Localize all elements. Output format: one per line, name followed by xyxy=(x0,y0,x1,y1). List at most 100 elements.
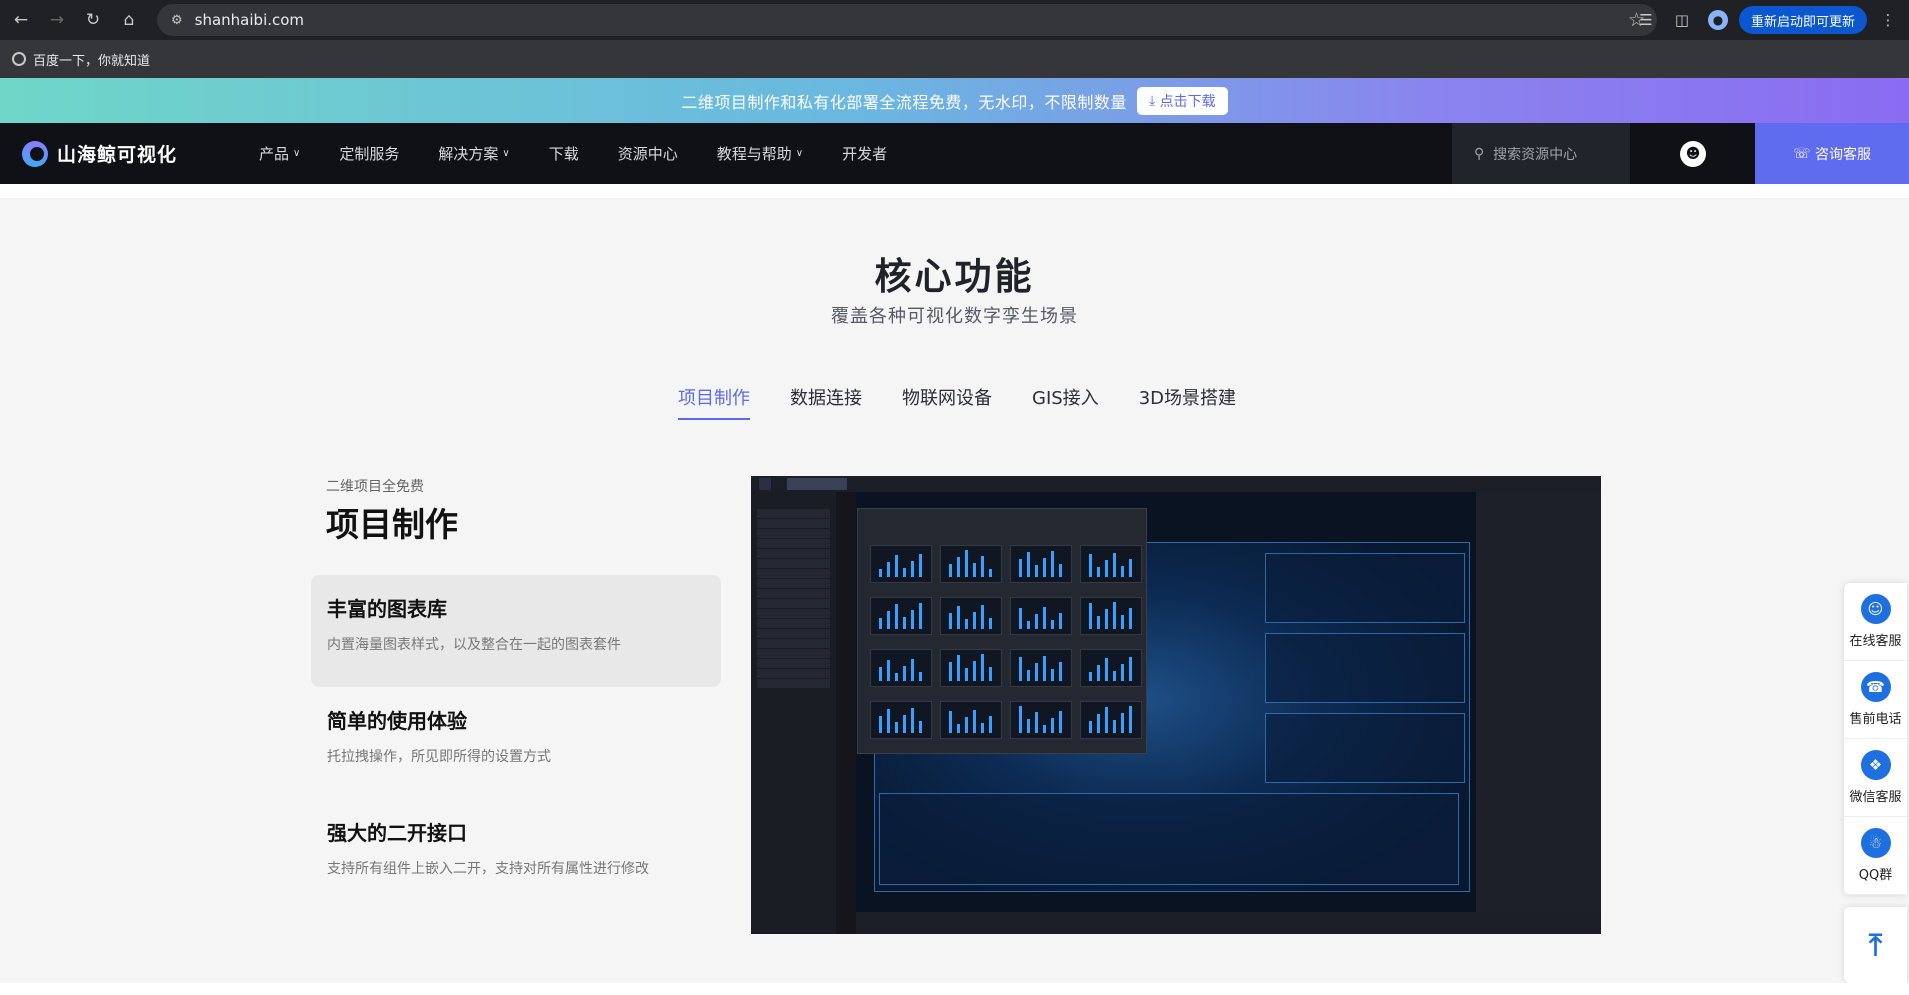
reload-icon[interactable]: ↻ xyxy=(78,5,108,35)
phone-icon: ☎ xyxy=(1860,672,1891,702)
thumb-bar xyxy=(1051,620,1054,629)
nav-item[interactable]: 产品 ∨ xyxy=(259,143,300,164)
forward-icon[interactable]: → xyxy=(42,5,72,35)
feature-card-api[interactable]: 强大的二开接口 支持所有组件上嵌入二开，支持对所有属性进行修改 xyxy=(311,799,721,911)
nav-item-label: 解决方案 xyxy=(438,145,499,163)
chart-thumbnail xyxy=(1010,597,1072,635)
thumb-bar xyxy=(903,568,906,577)
feature-title: 丰富的图表库 xyxy=(327,597,447,621)
thumb-bar xyxy=(981,723,984,733)
thumb-bar xyxy=(1129,706,1132,733)
thumb-bar xyxy=(981,605,984,629)
layer-row xyxy=(757,649,830,658)
back-icon[interactable]: ← xyxy=(6,5,36,35)
thumb-bar xyxy=(957,606,960,629)
feature-tab[interactable]: 3D场景搭建 xyxy=(1139,384,1236,420)
thumb-bar xyxy=(1019,559,1022,577)
thumb-bar xyxy=(1043,558,1046,577)
address-bar[interactable]: ⚙ shanhaibi.com ☆ xyxy=(157,4,1657,36)
thumb-bar xyxy=(1035,663,1038,681)
thumb-bar xyxy=(1113,671,1116,681)
thumb-bar xyxy=(1059,613,1062,629)
contact-sidebar: ☺ 在线客服 ☎ 售前电话 ❖ 微信客服 ☃ QQ群 xyxy=(1844,583,1907,895)
thumb-bar xyxy=(879,667,882,681)
download-icon: ⤓ xyxy=(1148,92,1160,109)
thumb-bar xyxy=(949,662,952,681)
thumb-bar xyxy=(1019,657,1022,681)
thumb-bar xyxy=(965,668,968,681)
feature-tab[interactable]: 物联网设备 xyxy=(902,384,992,420)
dashboard-panel xyxy=(1265,713,1465,783)
nav-item-label: 教程与帮助 xyxy=(716,145,792,163)
search-box[interactable]: ⚲ 搜索资源中心 xyxy=(1452,123,1630,184)
thumb-bar xyxy=(1129,559,1132,577)
back-to-top-icon[interactable]: ⤒ xyxy=(1844,907,1907,983)
thumb-bar xyxy=(879,716,882,733)
bookmark-baidu[interactable]: 百度一下，你就知道 xyxy=(33,50,150,69)
update-button[interactable]: 重新启动即可更新 xyxy=(1738,6,1867,34)
chart-thumbnail xyxy=(940,545,1002,583)
chart-gallery-popup xyxy=(857,508,1147,754)
thumb-bar xyxy=(1043,656,1046,681)
thumb-bar xyxy=(1051,669,1054,681)
chart-thumbnail xyxy=(1080,701,1142,739)
contact-item[interactable]: ❖ 微信客服 xyxy=(1844,739,1907,817)
thumb-bar xyxy=(957,655,960,681)
menu-icon[interactable]: ⋮ xyxy=(1873,5,1903,35)
layer-row xyxy=(757,669,830,678)
nav-item[interactable]: 开发者 xyxy=(842,143,887,164)
user-avatar-icon[interactable]: ☻ xyxy=(1680,141,1706,167)
banner-text: 二维项目制作和私有化部署全流程免费，无水印，不限制数量 xyxy=(681,92,1127,112)
consult-button[interactable]: ☏ 咨询客服 xyxy=(1755,123,1909,184)
thumb-bar xyxy=(919,603,922,629)
download-button[interactable]: ⤓ 点击下载 xyxy=(1136,86,1228,115)
nav-item-label: 定制服务 xyxy=(339,145,400,163)
thumb-bar xyxy=(895,722,898,733)
nav-item-label: 开发者 xyxy=(842,145,888,163)
promo-banner: 二维项目制作和私有化部署全流程免费，无水印，不限制数量 ⤓ 点击下载 xyxy=(0,78,1909,123)
thumb-bar xyxy=(911,659,914,681)
section-tagline: 二维项目全免费 xyxy=(326,479,424,495)
layer-row xyxy=(757,529,830,538)
contact-item[interactable]: ☃ QQ群 xyxy=(1844,817,1907,895)
editor-tab xyxy=(787,478,847,490)
wechat-icon: ❖ xyxy=(1860,750,1891,780)
chart-thumbnail xyxy=(1080,597,1142,635)
headset-icon: ☏ xyxy=(1793,145,1815,162)
globe-icon xyxy=(12,52,26,66)
reading-list-icon[interactable]: ☰ xyxy=(1631,5,1661,35)
chart-thumbnail xyxy=(940,649,1002,687)
thumb-bar xyxy=(1113,720,1116,733)
product-screenshot xyxy=(751,476,1601,934)
nav-item[interactable]: 解决方案 ∨ xyxy=(438,143,509,164)
nav-item[interactable]: 资源中心 xyxy=(618,143,678,164)
nav-menu: 产品 ∨ 定制服务 解决方案 ∨ 下载 资源中心 教程与帮助 ∨ 开发者 xyxy=(259,143,926,164)
contact-item[interactable]: ☎ 售前电话 xyxy=(1844,661,1907,739)
thumb-bar xyxy=(1121,566,1124,577)
contact-item[interactable]: ☺ 在线客服 xyxy=(1844,583,1907,661)
nav-item[interactable]: 定制服务 xyxy=(339,143,399,164)
site-info-icon[interactable]: ⚙ xyxy=(171,13,183,28)
profile-icon[interactable]: ● xyxy=(1703,5,1733,35)
editor-statusbar xyxy=(856,912,1601,934)
feature-tab[interactable]: 项目制作 xyxy=(678,384,750,420)
thumb-bar xyxy=(1019,706,1022,733)
feature-tab[interactable]: 数据连接 xyxy=(790,384,862,420)
url-text[interactable]: shanhaibi.com xyxy=(195,11,304,29)
feature-card-chart-library[interactable]: 丰富的图表库 内置海量图表样式，以及整合在一起的图表套件 xyxy=(311,575,721,687)
feature-card-easy-use[interactable]: 简单的使用体验 托拉拽操作，所见即所得的设置方式 xyxy=(311,687,721,799)
thumb-bar xyxy=(1105,609,1108,629)
site-logo[interactable]: 山海鲸可视化 xyxy=(22,140,177,167)
home-icon[interactable]: ⌂ xyxy=(114,5,144,35)
feature-tab[interactable]: GIS接入 xyxy=(1032,384,1099,420)
thumb-bar xyxy=(973,563,976,577)
thumb-bar xyxy=(965,717,968,733)
nav-item[interactable]: 下载 xyxy=(549,143,579,164)
contact-label: 售前电话 xyxy=(1849,712,1902,727)
nav-item[interactable]: 教程与帮助 ∨ xyxy=(717,143,803,164)
side-panel-icon[interactable]: ◫ xyxy=(1667,5,1697,35)
thumb-bar xyxy=(919,554,922,577)
thumb-bar xyxy=(911,561,914,577)
dashboard-panel xyxy=(1265,633,1465,703)
chart-thumbnail xyxy=(870,701,932,739)
